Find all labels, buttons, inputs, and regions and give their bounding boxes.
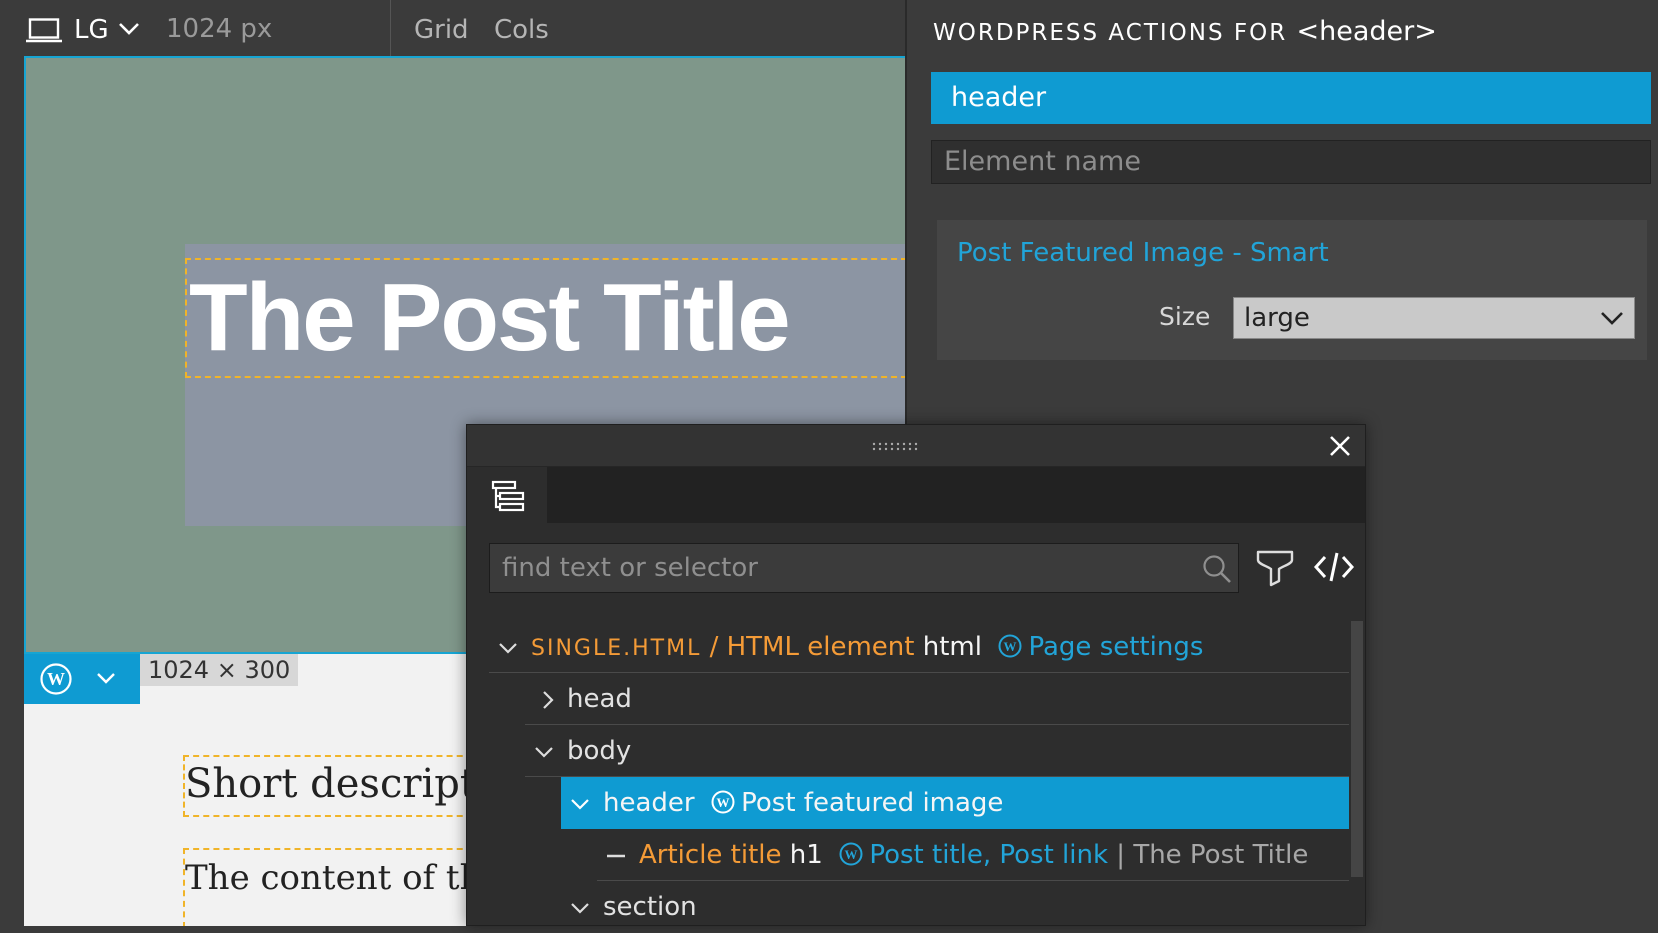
close-icon[interactable] [1329, 435, 1351, 457]
short-description-element[interactable]: Short descripti [183, 755, 489, 817]
chevron-right-icon[interactable] [539, 691, 557, 709]
element-tag: section [603, 892, 697, 922]
action-title[interactable]: Post Featured Image - Smart [957, 238, 1329, 268]
code-view-icon[interactable] [1313, 549, 1355, 585]
drag-handle-icon[interactable] [871, 441, 919, 451]
content-separator: | [1116, 840, 1126, 870]
svg-text:W: W [1004, 639, 1017, 654]
tree-row-header-content: header W Post featured image [603, 777, 1003, 829]
cols-toggle[interactable]: Cols [494, 15, 549, 45]
chevron-down-icon[interactable] [118, 22, 140, 36]
action-link[interactable]: Page settings [1028, 632, 1203, 662]
element-label: Article title [639, 840, 782, 870]
wordpress-icon: W [40, 663, 72, 695]
canvas-toolbar: LG 1024 px Grid Cols [0, 0, 905, 56]
svg-text:W: W [47, 669, 65, 689]
tree-row-h1[interactable]: Article title h1 W Post title, Post link … [597, 829, 1349, 881]
tree-row-html[interactable]: SINGLE.HTML / HTML element html W Page se… [489, 621, 1349, 673]
tree-row-section[interactable]: section [561, 881, 1349, 933]
element-tag: h1 [789, 840, 823, 870]
panel-title-tag: <header> [1296, 16, 1437, 47]
element-size-badge: 1024 × 300 [140, 654, 299, 686]
laptop-icon[interactable] [26, 18, 62, 43]
path-separator: / [701, 632, 727, 662]
leaf-dash-icon [607, 854, 625, 858]
chevron-down-icon[interactable] [571, 899, 589, 917]
panel-title: WORDPRESS ACTIONS FOR <header> [933, 16, 1437, 47]
post-content: The content of the [185, 858, 502, 898]
element-tag: header [603, 788, 695, 818]
element-label: HTML element [726, 632, 915, 662]
svg-text:W: W [717, 795, 730, 810]
content-element[interactable]: The content of the [183, 848, 502, 926]
navigator-window[interactable]: find text or selector SINGLE.HTML / HTML… [466, 424, 1366, 926]
chevron-down-icon [1601, 312, 1623, 325]
tree-row-h1-content: Article title h1 W Post title, Post link … [639, 829, 1308, 881]
short-description: Short descripti [185, 761, 489, 807]
element-tag-field[interactable]: header [931, 72, 1651, 124]
tree-row-html-content: SINGLE.HTML / HTML element html W Page se… [531, 621, 1203, 675]
file-name: SINGLE.HTML [531, 636, 702, 661]
breakpoint-label[interactable]: LG [74, 15, 109, 45]
size-label: Size [1159, 302, 1211, 331]
tree-row-body[interactable]: body [525, 725, 1349, 777]
action-card: Post Featured Image - Smart Size large [937, 220, 1647, 360]
navigator-tabbar [467, 467, 1365, 523]
wordpress-icon: W [998, 634, 1022, 658]
search-icon[interactable] [1202, 554, 1232, 584]
post-title: The Post Title [189, 264, 791, 371]
chevron-down-icon[interactable] [499, 639, 517, 657]
post-title-element[interactable]: The Post Title [185, 258, 905, 378]
tab-element-tree[interactable] [467, 467, 547, 523]
element-text-preview: The Post Title [1133, 840, 1309, 870]
navigator-titlebar[interactable] [467, 425, 1365, 467]
element-tag: body [567, 736, 632, 766]
chevron-down-icon[interactable] [571, 795, 589, 813]
tree-row-head[interactable]: head [525, 673, 1349, 725]
chevron-down-icon [97, 673, 115, 684]
navigator-scrollbar[interactable] [1351, 621, 1363, 877]
wordpress-action-button[interactable]: W [24, 654, 140, 704]
svg-text:W: W [845, 847, 858, 862]
wordpress-icon: W [839, 842, 863, 866]
search-placeholder: find text or selector [502, 553, 758, 583]
element-tag: html [922, 632, 982, 662]
size-select[interactable]: large [1233, 297, 1635, 339]
element-tag: head [567, 684, 632, 714]
navigator-search-input[interactable]: find text or selector [489, 543, 1239, 593]
wordpress-icon: W [711, 790, 735, 814]
size-select-value: large [1244, 303, 1310, 333]
tree-view-icon [491, 480, 525, 512]
canvas-width-label: 1024 px [166, 14, 273, 44]
filter-icon[interactable] [1255, 547, 1295, 587]
chevron-down-icon[interactable] [535, 743, 553, 761]
tree-row-header-selected[interactable]: header W Post featured image [561, 777, 1349, 829]
panel-title-prefix: WORDPRESS ACTIONS FOR [933, 20, 1288, 46]
element-name-input[interactable]: Element name [931, 140, 1651, 184]
action-link[interactable]: Post title, Post link [869, 840, 1108, 870]
action-link[interactable]: Post featured image [741, 788, 1003, 818]
grid-toggle[interactable]: Grid [414, 15, 469, 45]
toolbar-divider [390, 0, 391, 56]
